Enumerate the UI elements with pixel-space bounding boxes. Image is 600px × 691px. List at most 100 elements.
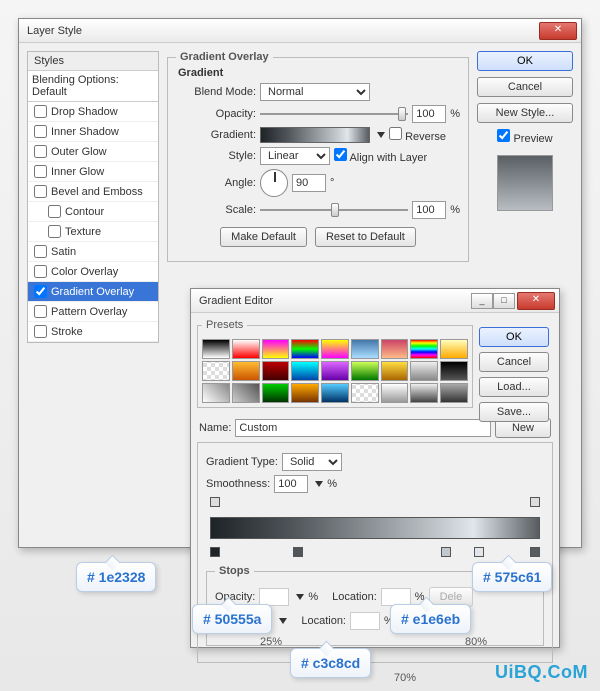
- percent-label: 70%: [394, 672, 416, 684]
- style-item-bevel-emboss[interactable]: Bevel and Emboss: [28, 182, 158, 202]
- ge-cancel-button[interactable]: Cancel: [479, 352, 549, 372]
- style-item-satin[interactable]: Satin: [28, 242, 158, 262]
- preset-swatch[interactable]: [321, 361, 349, 381]
- style-item-outer-glow[interactable]: Outer Glow: [28, 142, 158, 162]
- ok-button[interactable]: OK: [477, 51, 573, 71]
- maximize-icon[interactable]: □: [493, 293, 515, 309]
- close-icon[interactable]: ✕: [539, 22, 577, 40]
- preset-swatch[interactable]: [410, 339, 438, 359]
- ge-load-button[interactable]: Load...: [479, 377, 549, 397]
- preset-swatch[interactable]: [202, 383, 230, 403]
- preset-swatch[interactable]: [321, 383, 349, 403]
- style-item-inner-glow[interactable]: Inner Glow: [28, 162, 158, 182]
- preset-swatch[interactable]: [440, 383, 468, 403]
- align-checkbox[interactable]: Align with Layer: [334, 148, 427, 164]
- blend-mode-select[interactable]: Normal: [260, 83, 370, 101]
- checkbox[interactable]: [34, 285, 47, 298]
- checkbox[interactable]: [34, 165, 47, 178]
- preset-swatch[interactable]: [351, 339, 379, 359]
- style-item-pattern-overlay[interactable]: Pattern Overlay: [28, 302, 158, 322]
- opacity-stop[interactable]: [210, 497, 220, 507]
- reverse-checkbox[interactable]: Reverse: [389, 127, 446, 143]
- make-default-button[interactable]: Make Default: [220, 227, 307, 247]
- new-style-button[interactable]: New Style...: [477, 103, 573, 123]
- name-input[interactable]: [235, 419, 491, 437]
- preset-swatch[interactable]: [232, 361, 260, 381]
- minimize-icon[interactable]: _: [471, 293, 493, 309]
- checkbox[interactable]: [48, 225, 61, 238]
- gradient-bar[interactable]: [210, 517, 540, 539]
- opacity-slider[interactable]: [260, 106, 408, 122]
- layer-style-titlebar[interactable]: Layer Style ✕: [19, 19, 581, 43]
- preset-swatch[interactable]: [440, 339, 468, 359]
- preset-swatch[interactable]: [381, 383, 409, 403]
- preset-swatch[interactable]: [351, 361, 379, 381]
- checkbox[interactable]: [34, 305, 47, 318]
- color-stop[interactable]: [441, 547, 451, 557]
- preview-checkbox[interactable]: Preview: [477, 129, 573, 145]
- scale-slider[interactable]: [260, 202, 408, 218]
- checkbox[interactable]: [34, 125, 47, 138]
- checkbox[interactable]: [34, 145, 47, 158]
- blending-options[interactable]: Blending Options: Default: [28, 71, 158, 102]
- opacity-input[interactable]: [412, 105, 446, 123]
- blend-mode-label: Blend Mode:: [176, 86, 256, 98]
- preset-swatch[interactable]: [440, 361, 468, 381]
- style-item-color-overlay[interactable]: Color Overlay: [28, 262, 158, 282]
- preset-swatch[interactable]: [381, 361, 409, 381]
- gradient-editor-titlebar[interactable]: Gradient Editor _ □ ✕: [191, 289, 559, 313]
- preset-swatch[interactable]: [321, 339, 349, 359]
- presets-fieldset: Presets: [197, 319, 473, 408]
- gradient-preview[interactable]: [260, 127, 370, 143]
- preset-swatch[interactable]: [262, 339, 290, 359]
- angle-input[interactable]: [292, 174, 326, 192]
- ge-save-button[interactable]: Save...: [479, 402, 549, 422]
- color-stop[interactable]: [530, 547, 540, 557]
- checkbox[interactable]: [34, 265, 47, 278]
- checkbox[interactable]: [34, 245, 47, 258]
- style-item-gradient-overlay[interactable]: Gradient Overlay: [28, 282, 158, 302]
- preset-swatch[interactable]: [262, 383, 290, 403]
- checkbox[interactable]: [48, 205, 61, 218]
- checkbox[interactable]: [34, 325, 47, 338]
- style-item-inner-shadow[interactable]: Inner Shadow: [28, 122, 158, 142]
- opacity-stop[interactable]: [530, 497, 540, 507]
- color-stop[interactable]: [293, 547, 303, 557]
- color-stop[interactable]: [474, 547, 484, 557]
- preset-swatch[interactable]: [410, 383, 438, 403]
- reset-default-button[interactable]: Reset to Default: [315, 227, 416, 247]
- scale-input[interactable]: [412, 201, 446, 219]
- preset-swatch[interactable]: [291, 339, 319, 359]
- scale-unit: %: [450, 204, 460, 216]
- preset-swatch[interactable]: [232, 383, 260, 403]
- close-icon[interactable]: ✕: [517, 292, 555, 310]
- preset-swatch[interactable]: [232, 339, 260, 359]
- preset-swatch[interactable]: [381, 339, 409, 359]
- cancel-button[interactable]: Cancel: [477, 77, 573, 97]
- smoothness-input[interactable]: [274, 475, 308, 493]
- preset-swatch[interactable]: [291, 361, 319, 381]
- preset-swatch[interactable]: [410, 361, 438, 381]
- chevron-down-icon[interactable]: [315, 481, 323, 487]
- preset-swatch[interactable]: [291, 383, 319, 403]
- fieldset-sub: Gradient: [178, 67, 460, 79]
- checkbox[interactable]: [34, 105, 47, 118]
- style-select[interactable]: Linear: [260, 147, 330, 165]
- styles-header[interactable]: Styles: [28, 52, 158, 71]
- preset-swatch[interactable]: [202, 339, 230, 359]
- style-item-texture[interactable]: Texture: [28, 222, 158, 242]
- color-stops-row[interactable]: [210, 547, 540, 559]
- opacity-stops-row[interactable]: [210, 497, 540, 509]
- angle-dial[interactable]: [260, 169, 288, 197]
- chevron-down-icon[interactable]: [377, 132, 385, 138]
- grad-type-select[interactable]: Solid: [282, 453, 342, 471]
- style-item-contour[interactable]: Contour: [28, 202, 158, 222]
- color-stop[interactable]: [210, 547, 220, 557]
- style-item-stroke[interactable]: Stroke: [28, 322, 158, 342]
- preset-swatch[interactable]: [262, 361, 290, 381]
- ge-ok-button[interactable]: OK: [479, 327, 549, 347]
- preset-swatch[interactable]: [351, 383, 379, 403]
- checkbox[interactable]: [34, 185, 47, 198]
- style-item-drop-shadow[interactable]: Drop Shadow: [28, 102, 158, 122]
- preset-swatch[interactable]: [202, 361, 230, 381]
